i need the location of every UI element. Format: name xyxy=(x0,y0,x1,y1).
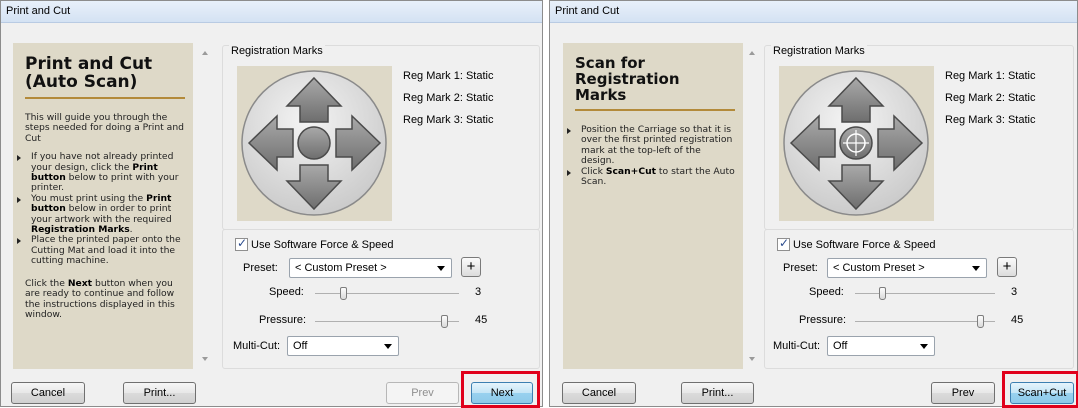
speed-value: 3 xyxy=(475,286,482,298)
add-preset-button[interactable]: + xyxy=(461,257,481,277)
speed-slider-thumb[interactable] xyxy=(339,287,347,300)
group-label: Registration Marks xyxy=(229,45,325,57)
direction-pad-panel xyxy=(237,66,392,221)
use-software-force-speed[interactable]: Use Software Force & Speed xyxy=(235,236,394,251)
multicut-select[interactable]: Off xyxy=(827,336,935,356)
preset-label: Preset: xyxy=(783,262,818,274)
guide-panel: Print and Cut (Auto Scan) This will guid… xyxy=(13,43,193,369)
direction-pad xyxy=(783,70,929,216)
guide-bullets: If you have not already printed your des… xyxy=(17,151,185,266)
guide-bullets: Position the Carriage so that it is over… xyxy=(567,124,735,188)
cancel-button[interactable]: Cancel xyxy=(11,382,85,404)
next-button-highlight xyxy=(461,371,540,408)
use-software-force-speed[interactable]: Use Software Force & Speed xyxy=(777,236,936,251)
guide-intro: This will guide you through the steps ne… xyxy=(25,112,184,144)
chevron-down-icon xyxy=(384,344,392,349)
guide-title: Scan for Registration Marks xyxy=(575,55,735,111)
reg-mark-item: Reg Mark 2: Static xyxy=(403,92,494,104)
multicut-value: Off xyxy=(833,340,848,352)
reg-mark-item: Reg Mark 1: Static xyxy=(945,70,1036,82)
cut-settings-group: Use Software Force & Speed Preset: < Cus… xyxy=(764,229,1074,369)
speed-label: Speed: xyxy=(269,286,304,298)
chevron-down-icon xyxy=(920,344,928,349)
use-software-checkbox[interactable] xyxy=(777,236,790,251)
add-preset-button[interactable]: + xyxy=(997,257,1017,277)
pressure-label: Pressure: xyxy=(799,314,847,326)
multicut-label: Multi-Cut: xyxy=(233,340,281,352)
speed-slider-thumb[interactable] xyxy=(879,287,886,300)
pressure-value: 45 xyxy=(475,314,488,326)
multicut-value: Off xyxy=(293,340,308,352)
group-label: Registration Marks xyxy=(771,45,867,57)
guide-panel: Scan for Registration Marks Position the… xyxy=(563,43,743,369)
multicut-label: Multi-Cut: xyxy=(773,340,821,352)
print-and-cut-dialog-auto-scan: Print and Cut Print and Cut (Auto Scan) … xyxy=(0,0,543,408)
guide-bullet: Click Scan+Cut to start the Auto Scan. xyxy=(567,166,735,188)
prev-button[interactable]: Prev xyxy=(931,382,995,404)
chevron-down-icon xyxy=(972,266,980,271)
preset-label: Preset: xyxy=(243,262,278,274)
center-button[interactable] xyxy=(297,126,331,160)
reg-mark-item: Reg Mark 1: Static xyxy=(403,70,494,82)
use-software-checkbox[interactable] xyxy=(235,236,248,251)
print-button[interactable]: Print... xyxy=(123,382,196,404)
speed-value: 3 xyxy=(1011,286,1018,298)
pressure-value: 45 xyxy=(1011,314,1024,326)
prev-button[interactable]: Prev xyxy=(386,382,459,404)
guide-scrollbar[interactable] xyxy=(199,43,213,369)
reg-mark-list: Reg Mark 1: Static Reg Mark 2: Static Re… xyxy=(945,70,1035,136)
direction-pad xyxy=(241,70,387,216)
print-and-cut-dialog-scan: Print and Cut Scan for Registration Mark… xyxy=(549,0,1078,408)
pressure-slider[interactable] xyxy=(855,321,995,322)
use-software-label: Use Software Force & Speed xyxy=(793,238,936,251)
reg-mark-item: Reg Mark 3: Static xyxy=(403,114,494,126)
crosshair-center-button[interactable] xyxy=(839,126,873,160)
plus-icon: + xyxy=(466,258,476,275)
scan-cut-button-highlight xyxy=(1002,371,1078,408)
print-button[interactable]: Print... xyxy=(681,382,754,404)
guide-bullet: Place the printed paper onto the Cutting… xyxy=(17,235,185,266)
plus-icon: + xyxy=(1002,258,1012,275)
speed-label: Speed: xyxy=(809,286,844,298)
guide-bullet: You must print using the Print button be… xyxy=(17,193,185,236)
pressure-slider-thumb[interactable] xyxy=(440,315,448,328)
pressure-label: Pressure: xyxy=(259,314,307,326)
cancel-button[interactable]: Cancel xyxy=(562,382,636,404)
preset-select[interactable]: < Custom Preset > xyxy=(827,258,987,278)
chevron-down-icon xyxy=(437,266,445,271)
registration-marks-group: Registration Marks Reg Mark 1: Static Re… xyxy=(764,45,1074,230)
speed-slider[interactable] xyxy=(855,293,995,294)
guide-title-text: Print and Cut (Auto Scan) xyxy=(25,54,153,92)
reg-mark-item: Reg Mark 2: Static xyxy=(945,92,1036,104)
reg-mark-item: Reg Mark 3: Static xyxy=(945,114,1036,126)
guide-title: Print and Cut (Auto Scan) xyxy=(25,55,185,99)
multicut-select[interactable]: Off xyxy=(287,336,399,356)
preset-select[interactable]: < Custom Preset > xyxy=(289,258,452,278)
reg-mark-list: Reg Mark 1: Static Reg Mark 2: Static Re… xyxy=(403,70,493,136)
guide-title-text: Scan for Registration Marks xyxy=(575,54,680,104)
registration-marks-group: Registration Marks Reg Mark 1: Static Re… xyxy=(222,45,540,230)
guide-bullet: Position the Carriage so that it is over… xyxy=(567,124,735,167)
direction-pad-panel xyxy=(779,66,934,221)
pressure-slider-thumb[interactable] xyxy=(977,315,984,328)
window-title: Print and Cut xyxy=(1,1,542,23)
pressure-slider[interactable] xyxy=(315,321,459,322)
preset-value: < Custom Preset > xyxy=(295,262,387,274)
speed-slider[interactable] xyxy=(315,293,459,294)
window-title: Print and Cut xyxy=(550,1,1077,23)
guide-footer: Click the Next button when you are ready… xyxy=(25,277,175,320)
guide-bullet: If you have not already printed your des… xyxy=(17,151,185,194)
cut-settings-group: Use Software Force & Speed Preset: < Cus… xyxy=(222,229,540,369)
guide-scrollbar[interactable] xyxy=(746,43,760,369)
use-software-label: Use Software Force & Speed xyxy=(251,238,394,251)
preset-value: < Custom Preset > xyxy=(833,262,925,274)
